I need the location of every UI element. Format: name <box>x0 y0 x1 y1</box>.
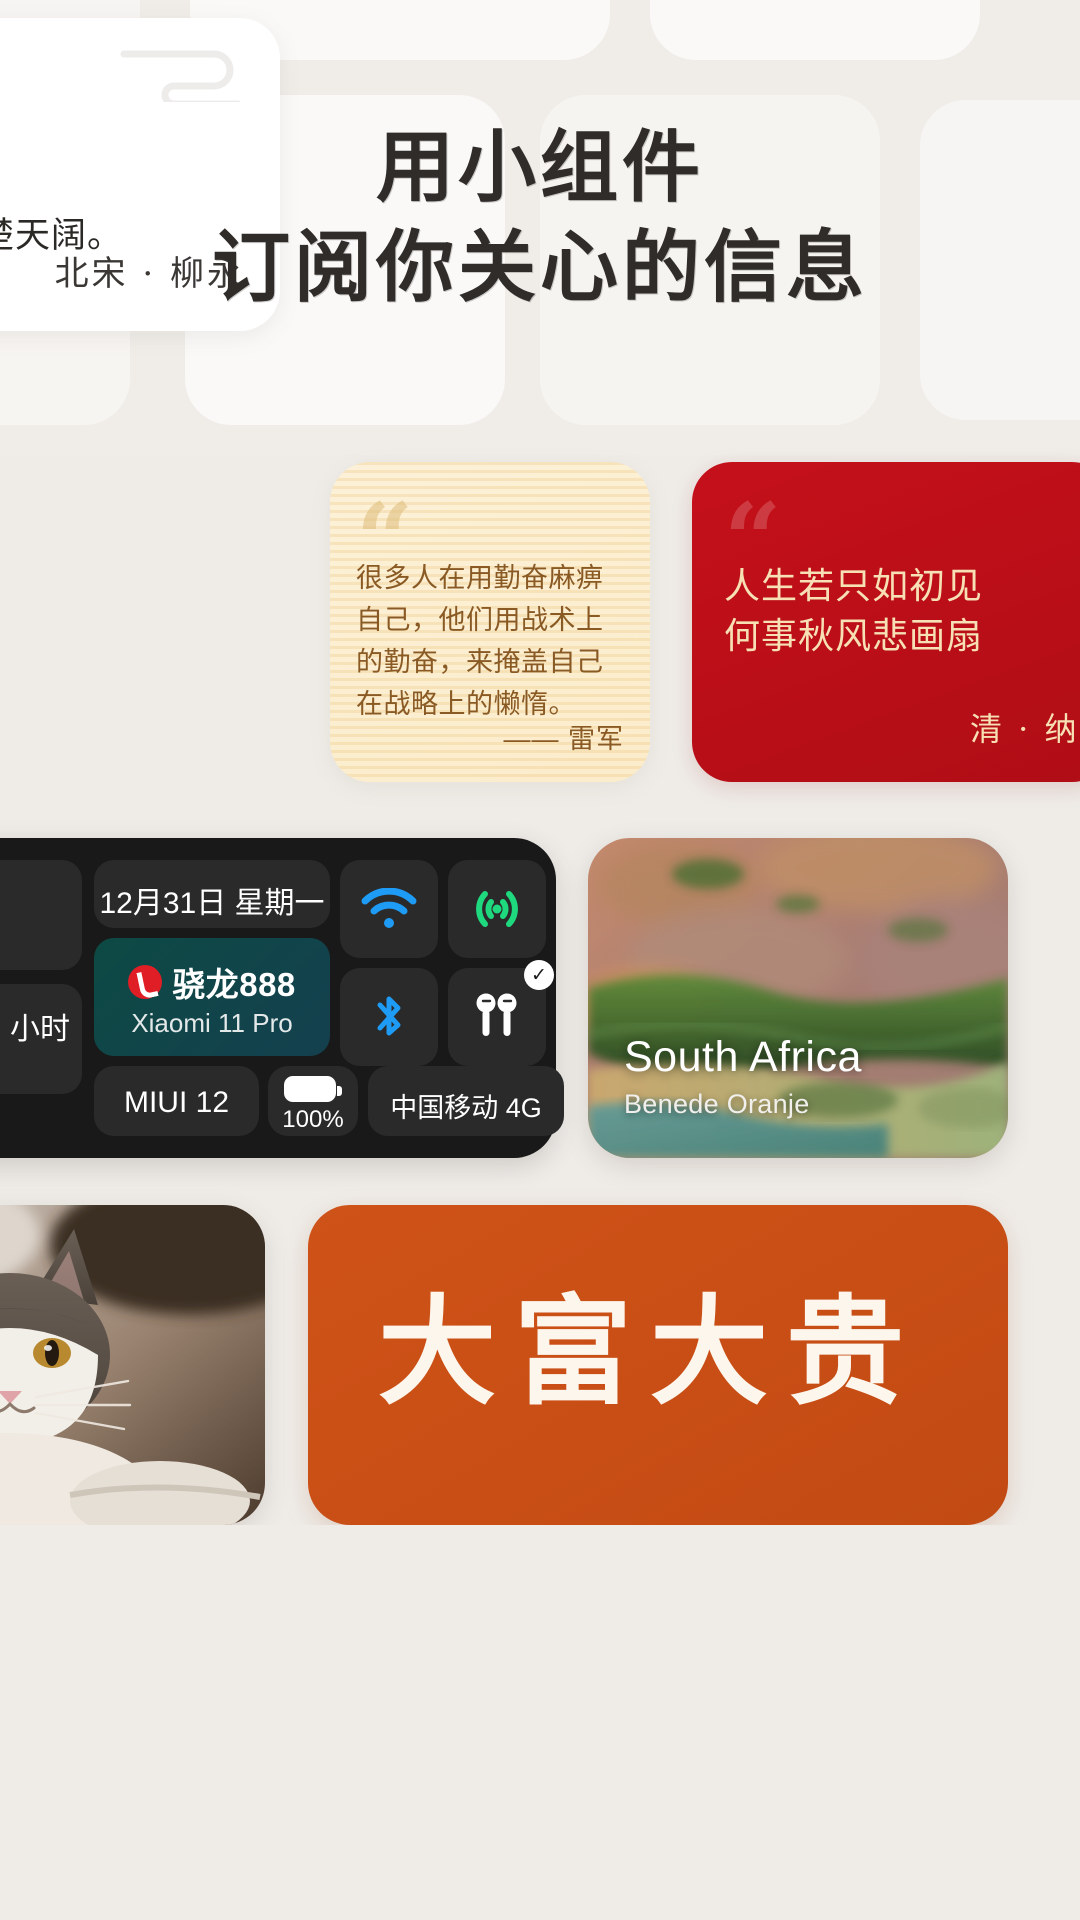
quote-text: 很多人在用勤奋麻痹自己，他们用战术上的勤奋，来掩盖自己在战略上的懒惰。 <box>356 563 604 719</box>
device-model: Xiaomi 11 Pro <box>131 1008 293 1038</box>
date-label: 12月31日 星期一 <box>99 887 325 920</box>
quote-widget-yellow[interactable]: “ 很多人在用勤奋麻痹自己，他们用战术上的勤奋，来掩盖自己在战略上的懒惰。 ——… <box>330 462 650 782</box>
quote-author: —— 雷军 <box>503 724 624 754</box>
cloud-icon <box>120 50 241 102</box>
wifi-icon <box>340 860 438 958</box>
battery-icon <box>284 1076 342 1102</box>
quote-widget-red[interactable]: “ 人生若只如初见 何事秋风悲画扇 清 · 纳兰性德 <box>692 462 1080 782</box>
chipset-name: 骁龙888 <box>172 966 296 1003</box>
bottom-continuation <box>0 1525 1080 1920</box>
tile-partial-left-top[interactable] <box>0 860 82 970</box>
tile-wifi[interactable] <box>340 860 438 958</box>
quote-text-line-1: 人生若只如初见 <box>724 566 984 607</box>
bluetooth-icon <box>340 968 438 1066</box>
snapdragon-logo-icon <box>128 965 163 999</box>
tile-system-version[interactable]: MIUI 12 <box>94 1066 259 1136</box>
headline-line-2: 订阅你关心的信息 <box>211 221 868 313</box>
tile-left-label: 小时 <box>10 1013 70 1046</box>
map-title: South Africa <box>624 1033 862 1081</box>
carrier-label: 中国移动 4G <box>390 1093 542 1123</box>
quote-author: 清 · 纳兰性德 <box>970 710 1080 748</box>
chipset-row: 骁龙888 <box>94 958 330 1006</box>
tile-partial-left-bottom[interactable]: 小时 <box>0 984 82 1094</box>
headline-line-1: 用小组件 <box>375 122 704 213</box>
cat-photo <box>0 1205 265 1525</box>
tile-cellular[interactable] <box>448 860 546 958</box>
tile-carrier[interactable]: 中国移动 4G <box>368 1066 564 1136</box>
fortune-widget[interactable]: 大富大贵 <box>308 1205 1008 1525</box>
earbuds-connected-badge: ✓ <box>524 960 554 990</box>
battery-percent-label: 100% <box>282 1106 344 1133</box>
quote-text-line-2: 何事秋风悲画扇 <box>724 615 984 657</box>
quote-text: 人生若只如初见 何事秋风悲画扇 <box>724 562 1080 661</box>
map-subtitle: Benede Oranje <box>624 1089 810 1119</box>
system-version-label: MIUI 12 <box>123 1086 230 1119</box>
device-info-widget[interactable]: 小时 12月31日 星期一 骁龙888 Xiaomi 11 Pro MIUI 1… <box>0 838 564 1158</box>
ghost-card <box>650 0 980 60</box>
cellular-signal-icon <box>448 860 546 958</box>
tile-date[interactable]: 12月31日 星期一 <box>94 860 330 928</box>
fortune-text: 大富大贵 <box>378 1282 923 1421</box>
page-root: 用小组件 订阅你关心的信息 念去去， 千里烟波， 暮霭沉沉楚天阔。 北宋 · 柳… <box>0 0 1080 1920</box>
tile-battery[interactable]: 100% <box>268 1066 358 1136</box>
page-headline: 用小组件 订阅你关心的信息 <box>0 118 1080 318</box>
tile-chipset[interactable]: 骁龙888 Xiaomi 11 Pro <box>94 938 330 1056</box>
tile-bluetooth[interactable] <box>340 968 438 1066</box>
photo-widget[interactable] <box>0 1205 265 1525</box>
tile-earbuds[interactable]: ✓ <box>448 960 554 1066</box>
map-widget[interactable]: South Africa Benede Oranje <box>588 838 1008 1158</box>
